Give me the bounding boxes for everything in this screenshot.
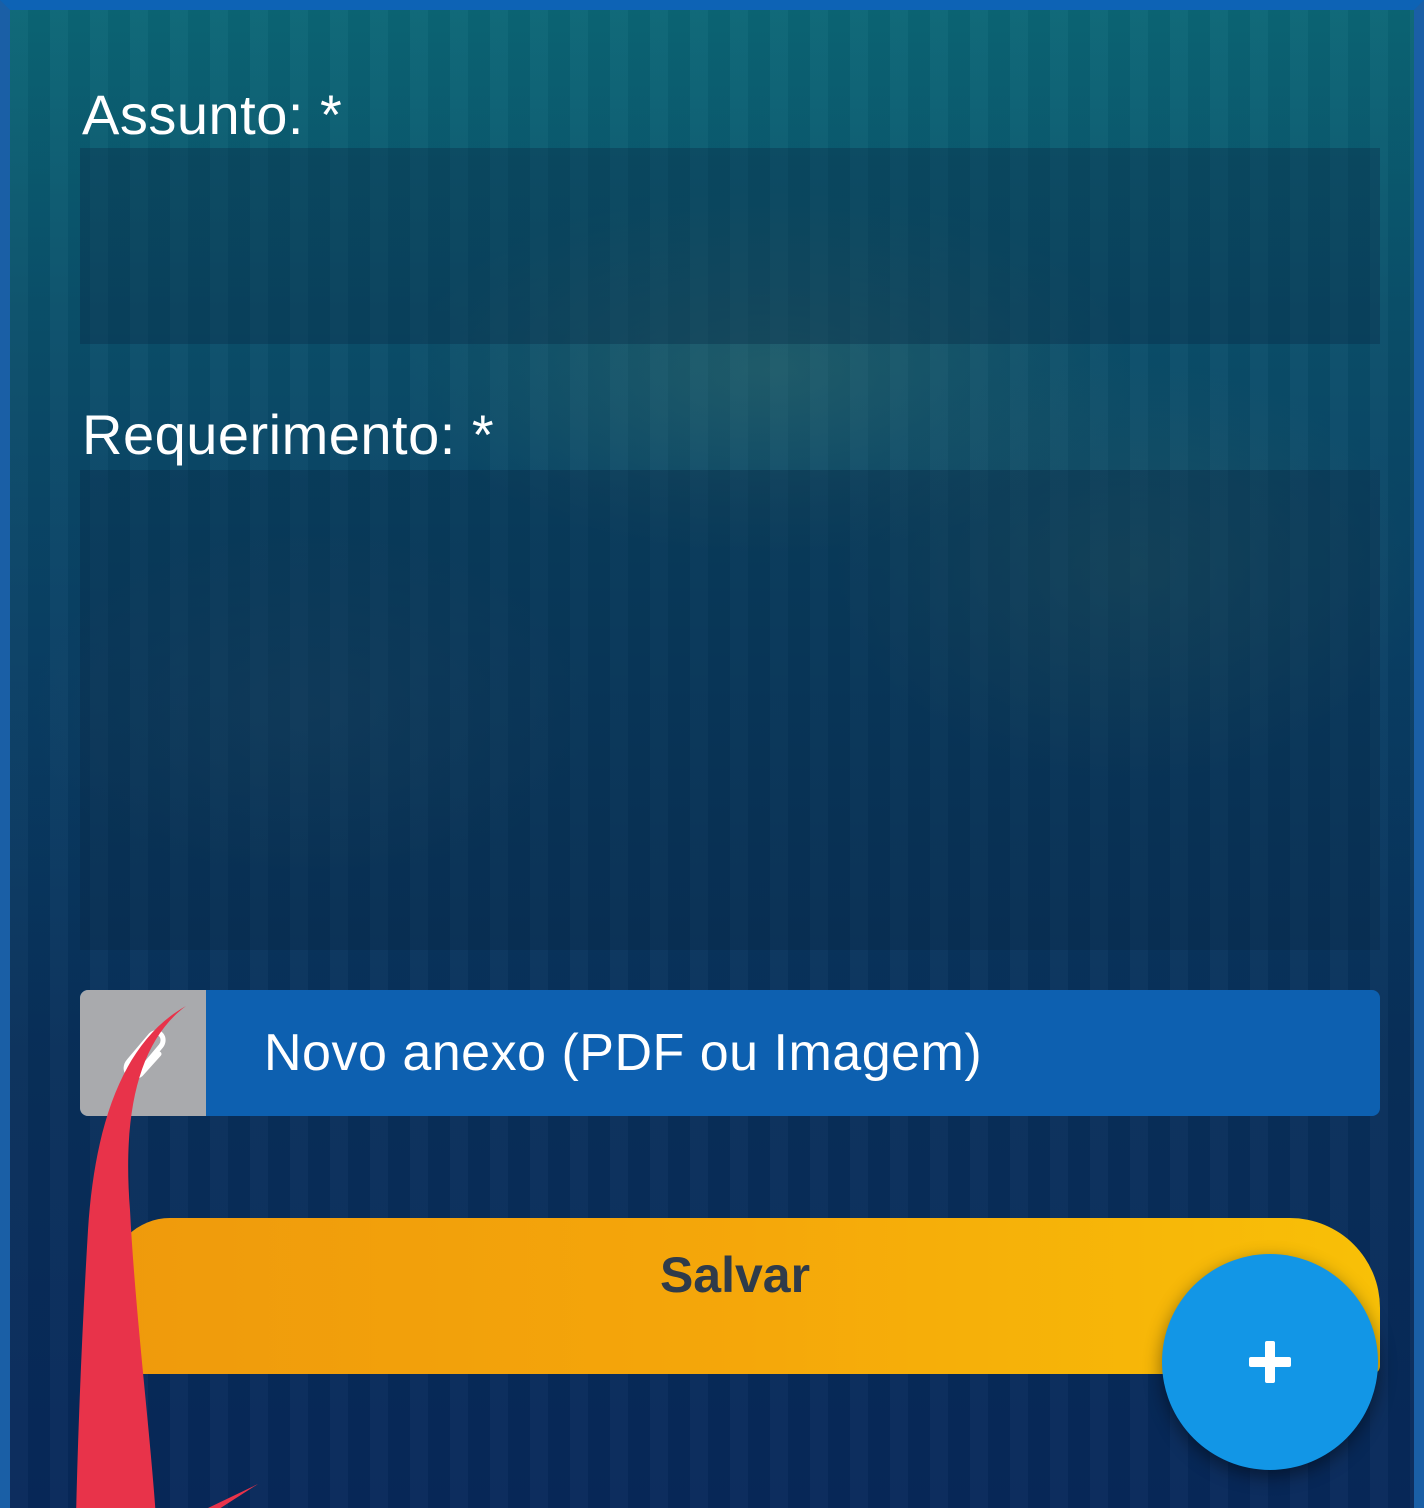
form-screen: Assunto: * Requerimento: * Novo anexo (P… [0, 0, 1424, 1508]
request-label: Requerimento: * [82, 403, 495, 466]
attachment-icon-box [80, 990, 206, 1116]
new-attachment-button[interactable]: Novo anexo (PDF ou Imagem) [80, 990, 1380, 1116]
paperclip-icon [123, 1030, 166, 1080]
save-label: Salvar [659, 1247, 811, 1303]
plus-icon [1249, 1341, 1291, 1383]
add-fab-button[interactable] [1162, 1254, 1378, 1470]
subject-input[interactable] [80, 148, 1380, 344]
subject-label: Assunto: * [82, 83, 343, 146]
request-textarea[interactable] [80, 470, 1380, 950]
attachment-label: Novo anexo (PDF ou Imagem) [264, 1024, 983, 1082]
